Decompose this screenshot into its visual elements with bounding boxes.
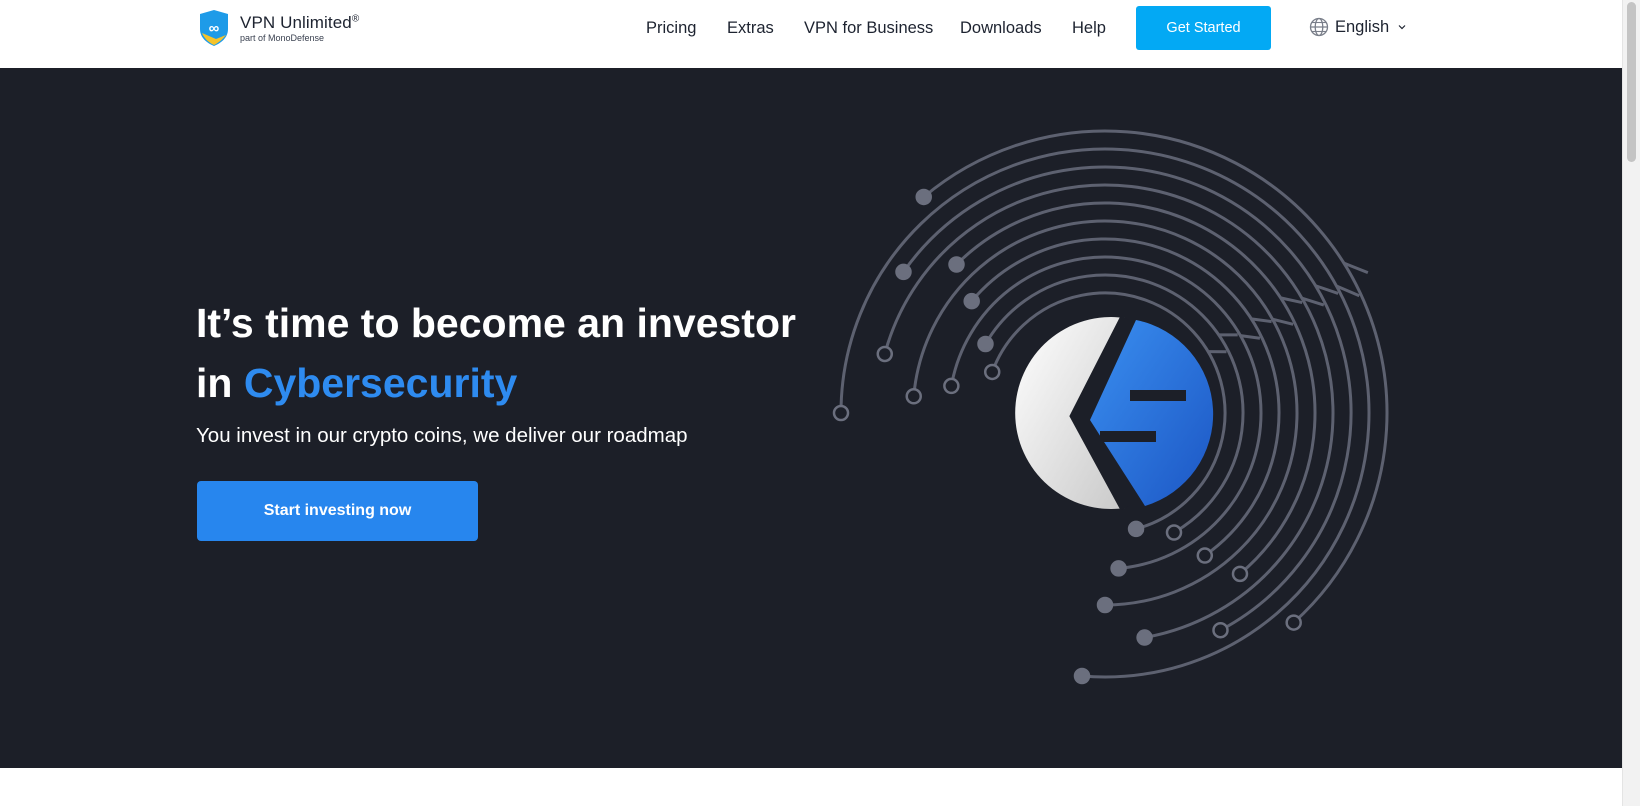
- language-selector[interactable]: English: [1309, 17, 1407, 37]
- headline-accent: Cybersecurity: [243, 360, 518, 406]
- crypto-coin-icon: [1015, 315, 1214, 511]
- language-label: English: [1335, 17, 1390, 36]
- main-nav: Pricing Extras VPN for Business Download…: [0, 0, 1622, 56]
- hero-headline: It’s time to become an investor in Cyber…: [196, 293, 816, 413]
- chevron-down-icon: [1398, 25, 1406, 30]
- nav-item-vpn-for-business[interactable]: VPN for Business: [804, 19, 933, 38]
- nav-item-pricing[interactable]: Pricing: [646, 19, 696, 38]
- scrollbar-thumb[interactable]: [1627, 2, 1636, 162]
- crypto-coin-circuit-illustration: [832, 129, 1389, 685]
- page-scrollbar[interactable]: [1622, 0, 1640, 806]
- headline-in: in: [196, 360, 233, 406]
- headline-line-1: It’s time to become an investor: [196, 300, 796, 346]
- globe-icon: [1309, 17, 1329, 37]
- nav-item-help[interactable]: Help: [1072, 19, 1106, 38]
- hero-subheadline: You invest in our crypto coins, we deliv…: [196, 424, 688, 447]
- site-header: ∞ VPN Unlimited® part of MonoDefense Pri…: [0, 0, 1622, 68]
- nav-item-downloads[interactable]: Downloads: [960, 19, 1042, 38]
- start-investing-button[interactable]: Start investing now: [197, 481, 478, 541]
- get-started-button[interactable]: Get Started: [1136, 6, 1271, 50]
- page: ∞ VPN Unlimited® part of MonoDefense Pri…: [0, 0, 1640, 806]
- nav-item-extras[interactable]: Extras: [727, 19, 774, 38]
- hero-section: It’s time to become an investor in Cyber…: [0, 68, 1622, 768]
